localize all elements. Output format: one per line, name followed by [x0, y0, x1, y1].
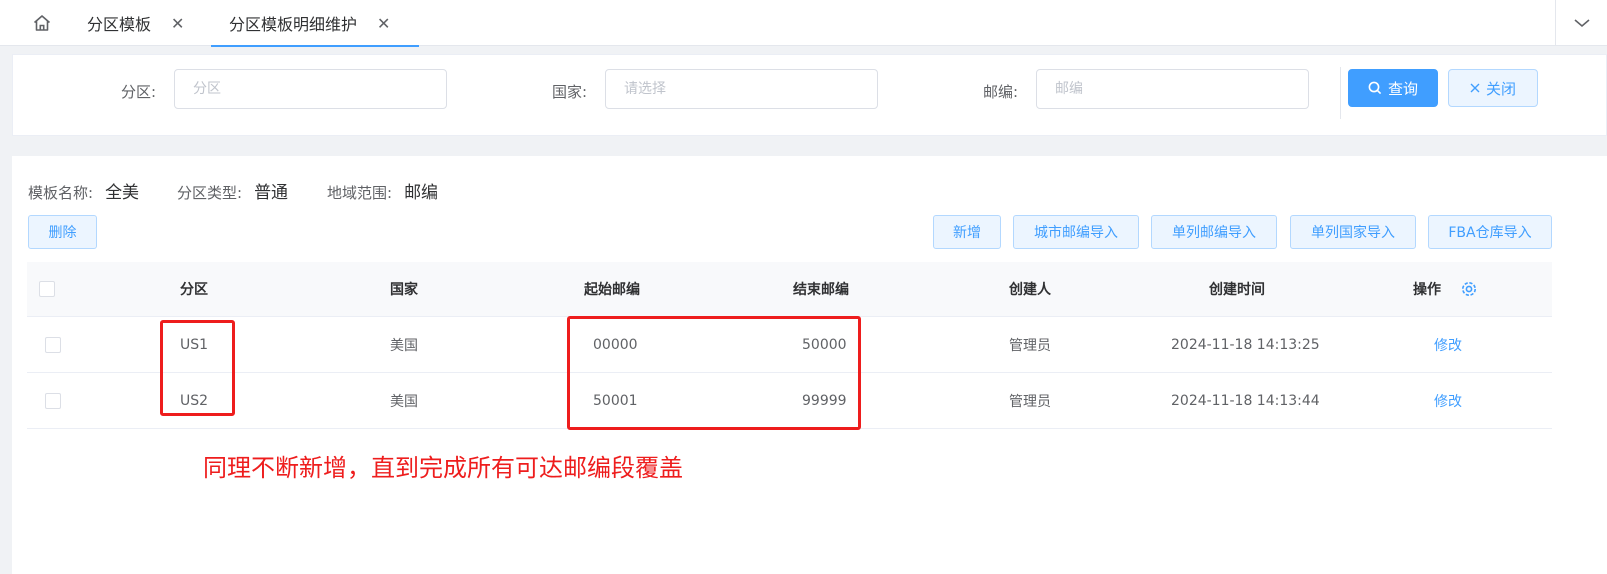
- home-icon: [33, 15, 51, 31]
- header-end-zip: 结束邮编: [793, 282, 849, 298]
- edit-link[interactable]: 修改: [1434, 373, 1462, 428]
- query-label: 查询: [1387, 79, 1418, 98]
- cell-creator: 管理员: [1009, 393, 1051, 410]
- annotation-text: 同理不断新增，直到完成所有可达邮编段覆盖: [203, 454, 683, 482]
- chevron-down-icon: [1573, 19, 1590, 28]
- cell-created-time: 2024-11-18 14:13:25: [1171, 336, 1320, 353]
- country-label: 国家:: [552, 83, 588, 101]
- header-created-time: 创建时间: [1209, 282, 1265, 298]
- city-zip-import-button[interactable]: 城市邮编导入: [1013, 215, 1139, 249]
- header-start-zip: 起始邮编: [584, 282, 640, 298]
- single-country-import-button[interactable]: 单列国家导入: [1290, 215, 1416, 249]
- fba-import-button[interactable]: FBA仓库导入: [1428, 215, 1552, 249]
- settings-icon[interactable]: [1459, 279, 1479, 299]
- select-all-checkbox[interactable]: [39, 281, 55, 297]
- partition-type-value: 普通: [254, 183, 289, 203]
- country-select[interactable]: [605, 69, 878, 109]
- zip-label: 邮编:: [983, 83, 1019, 101]
- search-panel: 分区: 国家: 邮编: 查询 关闭: [12, 54, 1607, 136]
- single-zip-import-button[interactable]: 单列邮编导入: [1151, 215, 1277, 249]
- header-country: 国家: [390, 282, 418, 298]
- tab-partition-template[interactable]: 分区模板 ✕: [87, 0, 184, 46]
- header-creator: 创建人: [1009, 282, 1051, 298]
- home-tab[interactable]: [22, 0, 62, 46]
- row-checkbox[interactable]: [45, 392, 61, 409]
- tab-bar: 分区模板 ✕ 分区模板明细维护 ✕: [0, 0, 1607, 47]
- tab-partition-template-detail[interactable]: 分区模板明细维护 ✕: [211, 0, 419, 47]
- search-icon: [1368, 81, 1382, 95]
- close-button[interactable]: 关闭: [1448, 69, 1538, 107]
- cell-country: 美国: [390, 337, 418, 354]
- close-icon[interactable]: ✕: [171, 14, 184, 33]
- region-scope-value: 邮编: [404, 183, 439, 203]
- query-button[interactable]: 查询: [1348, 69, 1438, 107]
- cell-created-time: 2024-11-18 14:13:44: [1171, 392, 1320, 409]
- template-name-value: 全美: [105, 183, 140, 203]
- close-icon[interactable]: ✕: [377, 14, 390, 33]
- partition-highlight-box: [160, 320, 235, 416]
- tab-label: 分区模板: [87, 15, 152, 34]
- tab-dropdown-button[interactable]: [1555, 0, 1607, 46]
- cell-creator: 管理员: [1009, 337, 1051, 354]
- edit-link[interactable]: 修改: [1434, 317, 1462, 372]
- header-action: 操作: [1413, 282, 1441, 298]
- partition-type: 分区类型: 普通: [177, 183, 289, 203]
- close-icon: [1470, 83, 1480, 93]
- template-name: 模板名称: 全美: [28, 183, 140, 203]
- tab-label: 分区模板明细维护: [229, 15, 358, 34]
- zip-input[interactable]: [1036, 69, 1309, 109]
- partition-input[interactable]: [174, 69, 447, 109]
- cell-country: 美国: [390, 393, 418, 410]
- partition-label: 分区:: [121, 83, 157, 101]
- header-partition: 分区: [180, 282, 208, 298]
- delete-button[interactable]: 删除: [28, 215, 97, 249]
- zip-range-highlight-box: [567, 316, 861, 430]
- row-checkbox[interactable]: [45, 336, 61, 353]
- table-header: 分区 国家 起始邮编 结束邮编 创建人 创建时间 操作: [27, 262, 1552, 317]
- divider: [1340, 67, 1341, 119]
- add-button[interactable]: 新增: [933, 215, 1001, 249]
- region-scope: 地域范围: 邮编: [327, 183, 439, 203]
- close-label: 关闭: [1485, 79, 1516, 98]
